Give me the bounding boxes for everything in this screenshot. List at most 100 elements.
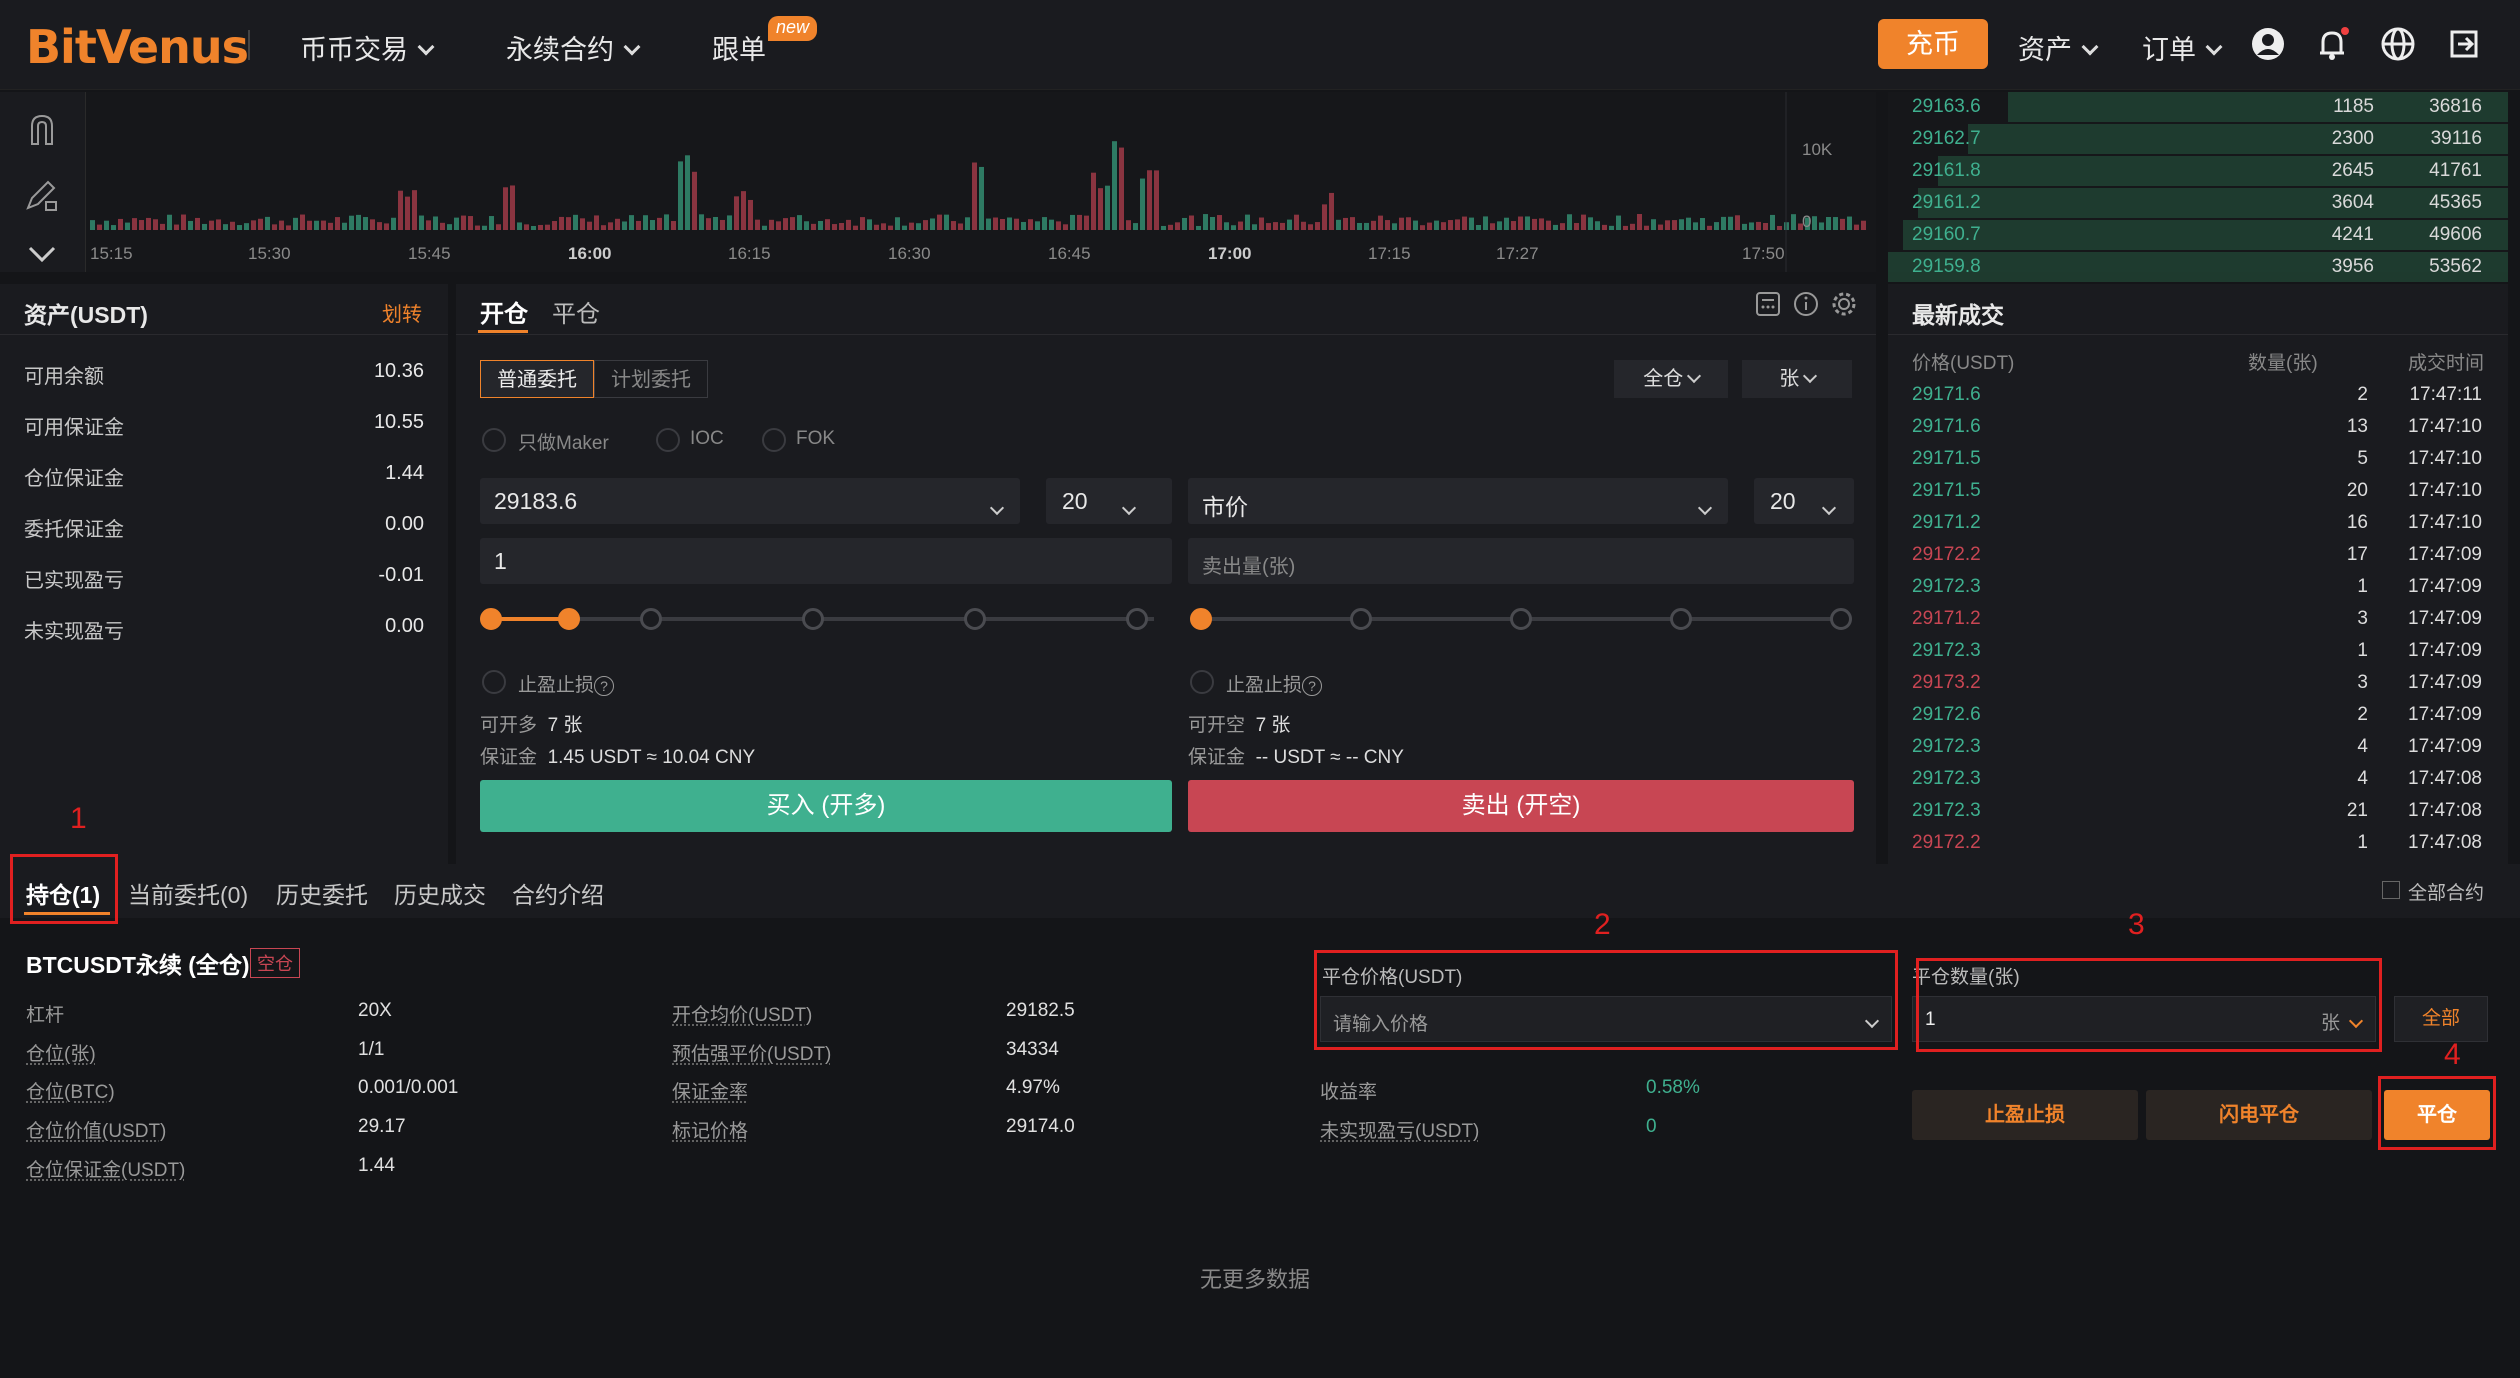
volume-bar <box>230 221 235 230</box>
user-icon[interactable] <box>2250 26 2286 62</box>
orderbook-row[interactable]: 29163.6 1185 36816 <box>1888 92 2508 124</box>
asset-label: 已实现盈亏 <box>24 570 124 592</box>
sell-slider-dot[interactable] <box>1350 608 1372 630</box>
volume-bar <box>1476 224 1481 230</box>
tab-order-history[interactable]: 历史委托 <box>276 876 368 910</box>
orderbook-row[interactable]: 29162.7 2300 39116 <box>1888 124 2508 156</box>
buy-slider-dot[interactable] <box>1126 608 1148 630</box>
chevron-down-icon[interactable] <box>24 240 60 268</box>
buy-slider-dot[interactable] <box>964 608 986 630</box>
order-type-plan[interactable]: 计划委托 <box>594 360 708 398</box>
sell-tpsl-label: 止盈止损? <box>1226 670 1323 697</box>
volume-bar <box>1469 217 1474 230</box>
volume-bar <box>321 220 326 230</box>
tab-trade-history[interactable]: 历史成交 <box>394 876 486 910</box>
ioc-radio[interactable] <box>656 428 680 452</box>
annotation-2: 2 <box>1594 908 1611 941</box>
logo[interactable]: BitVenus <box>26 20 249 74</box>
margin-mode-select[interactable]: 全仓 <box>1614 360 1728 398</box>
buy-slider-dot[interactable] <box>480 608 502 630</box>
orderbook-row[interactable]: 29159.8 3956 53562 <box>1888 252 2508 284</box>
volume-bar <box>1497 221 1502 230</box>
sell-slider-dot[interactable] <box>1830 608 1852 630</box>
volume-bar <box>503 187 508 230</box>
orderbook-row[interactable]: 29161.2 3604 45365 <box>1888 188 2508 220</box>
sell-price-select[interactable]: 市价 <box>1188 478 1728 524</box>
tab-open-orders[interactable]: 当前委托(0) <box>128 876 248 910</box>
pencil-icon[interactable] <box>22 176 62 216</box>
sell-qty-input[interactable]: 卖出量(张) <box>1188 538 1854 584</box>
close-all-button[interactable]: 全部 <box>2394 996 2488 1042</box>
volume-bar <box>755 219 760 230</box>
sell-slider-handle[interactable] <box>1190 608 1212 630</box>
volume-bar <box>293 217 298 230</box>
nav-spot-trading[interactable]: 币币交易 <box>300 28 435 67</box>
buy-slider-dot[interactable] <box>802 608 824 630</box>
tab-open-position[interactable]: 开仓 <box>480 294 528 329</box>
col-header-price: 价格(USDT) <box>1912 353 2015 374</box>
magnet-icon[interactable] <box>24 112 60 148</box>
assets-menu[interactable]: 资产 <box>2018 28 2099 67</box>
volume-bar <box>1014 218 1019 230</box>
page: BitVenus 币币交易 永续合约 跟单 new 充币 资产 订单 15:15… <box>0 0 2520 1378</box>
sell-slider-dot[interactable] <box>1670 608 1692 630</box>
chevron-down-icon <box>989 500 1005 516</box>
sell-open-short-button[interactable]: 卖出 (开空) <box>1188 780 1854 832</box>
buy-tpsl-checkbox[interactable] <box>482 670 506 694</box>
volume-bar <box>279 220 284 230</box>
nav-perpetual[interactable]: 永续合约 <box>506 28 641 67</box>
buy-slider-dot[interactable] <box>640 608 662 630</box>
bell-icon[interactable] <box>2314 26 2350 62</box>
sell-leverage-select[interactable]: 20 <box>1754 478 1854 524</box>
buy-slider-handle[interactable] <box>558 608 580 630</box>
buy-open-long-button[interactable]: 买入 (开多) <box>480 780 1172 832</box>
orders-menu[interactable]: 订单 <box>2142 28 2223 67</box>
globe-icon[interactable] <box>2380 26 2416 62</box>
orderbook-row[interactable]: 29161.8 2645 41761 <box>1888 156 2508 188</box>
trade-panel: 开仓 平仓 普通委托 计划委托 全仓 张 只做Maker IOC FOK 291… <box>456 284 1876 864</box>
deposit-button[interactable]: 充币 <box>1878 19 1988 69</box>
nav-copy-trading[interactable]: 跟单 <box>712 28 766 67</box>
asset-value: 1.44 <box>385 462 424 484</box>
volume-bar <box>587 221 592 230</box>
order-type-normal[interactable]: 普通委托 <box>480 360 594 398</box>
trade-qty: 1 <box>2357 640 2368 661</box>
settings-gear-icon[interactable] <box>1830 290 1858 318</box>
trade-price: 29172.3 <box>1912 640 1981 661</box>
trade-time: 17:47:10 <box>2408 448 2482 469</box>
volume-bar <box>1420 225 1425 230</box>
fok-radio[interactable] <box>762 428 786 452</box>
pos-value: 29182.5 <box>1006 1000 1075 1021</box>
tab-close-position[interactable]: 平仓 <box>552 294 600 329</box>
transfer-link[interactable]: 划转 <box>382 298 422 327</box>
sell-slider-dot[interactable] <box>1510 608 1532 630</box>
buy-qty-input[interactable]: 1 <box>480 538 1172 584</box>
flash-close-button[interactable]: 闪电平仓 <box>2146 1090 2372 1140</box>
all-contracts-checkbox[interactable] <box>2382 881 2400 899</box>
active-tab-indicator <box>478 330 528 333</box>
calculator-icon[interactable] <box>1754 290 1782 318</box>
volume-bar <box>1560 223 1565 230</box>
tab-contract-info[interactable]: 合约介绍 <box>512 876 604 910</box>
volume-bar <box>223 224 228 230</box>
volume-bar <box>944 214 949 230</box>
logout-icon[interactable] <box>2446 26 2482 62</box>
volume-bar <box>531 225 536 230</box>
volume-bar <box>1770 214 1775 230</box>
tpsl-button[interactable]: 止盈止损 <box>1912 1090 2138 1140</box>
orderbook-row[interactable]: 29160.7 4241 49606 <box>1888 220 2508 252</box>
volume-bar <box>909 222 914 230</box>
volume-bar <box>692 171 697 230</box>
x-tick: 16:30 <box>888 244 931 263</box>
buy-price-input[interactable]: 29183.6 <box>480 478 1020 524</box>
pos-value: 29174.0 <box>1006 1116 1075 1137</box>
volume-bar <box>1217 215 1222 230</box>
sell-tpsl-checkbox[interactable] <box>1190 670 1214 694</box>
volume-bar <box>1665 220 1670 230</box>
asset-label: 委托保证金 <box>24 519 124 541</box>
maker-only-radio[interactable] <box>482 428 506 452</box>
info-icon[interactable] <box>1792 290 1820 318</box>
volume-bar <box>405 196 410 230</box>
unit-select[interactable]: 张 <box>1742 360 1852 398</box>
buy-leverage-select[interactable]: 20 <box>1046 478 1172 524</box>
